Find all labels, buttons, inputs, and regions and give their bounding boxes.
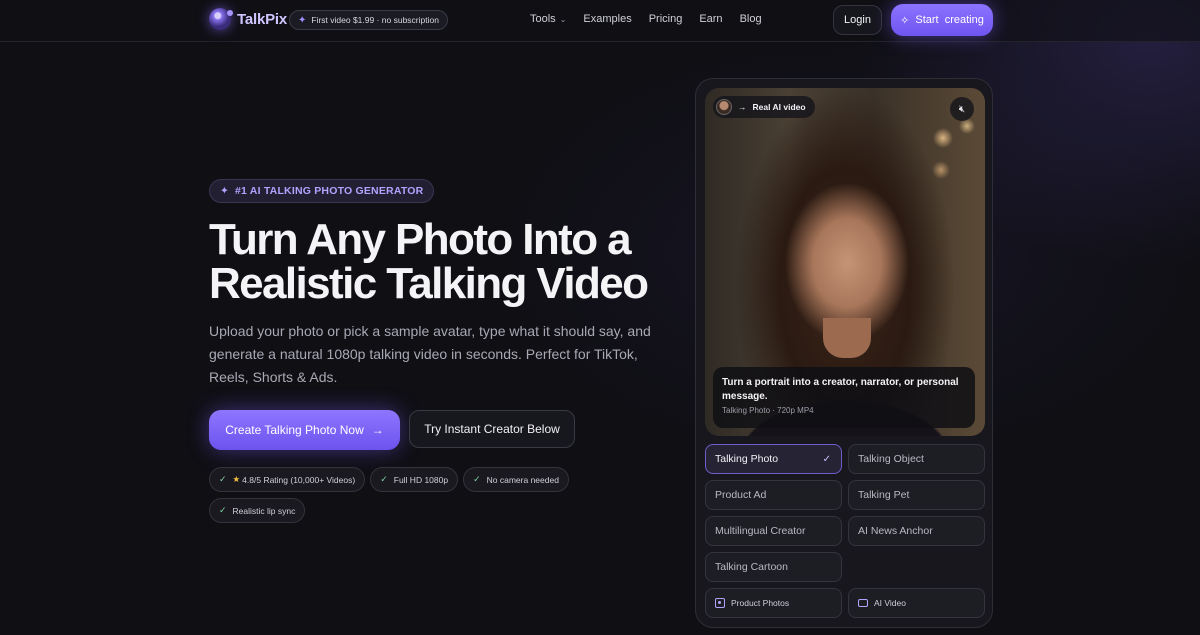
video-type-options: Talking Photo ✓ Talking Object Product A… <box>705 444 985 618</box>
try-instant-creator-button[interactable]: Try Instant Creator Below <box>409 410 575 448</box>
option-talking-object[interactable]: Talking Object <box>848 444 985 474</box>
arrow-right-icon: → <box>371 423 384 437</box>
feature-badge-hd: ✓ Full HD 1080p <box>370 467 459 492</box>
sparkle-icon: ✦ <box>220 185 229 197</box>
check-icon: ✓ <box>822 453 831 465</box>
product-photos-link[interactable]: Product Photos <box>705 588 842 618</box>
option-label: Talking Photo <box>715 453 779 465</box>
title-line-1: Turn Any Photo Into a <box>209 215 632 264</box>
start-creating-label: Start creating <box>915 14 984 26</box>
logo-icon <box>209 8 233 30</box>
grid-spacer <box>848 552 985 582</box>
promo-badge: ✦ First video $1.99 · no subscription <box>289 10 448 30</box>
caption-meta: Talking Photo · 720p MP4 <box>722 406 814 415</box>
star-icon: ★ <box>232 474 241 484</box>
start-creating-button[interactable]: ✧ Start creating <box>891 4 993 36</box>
option-talking-cartoon[interactable]: Talking Cartoon <box>705 552 842 582</box>
link-label: AI Video <box>874 598 906 608</box>
menu-item-blog[interactable]: Blog <box>740 13 762 25</box>
option-ai-news-anchor[interactable]: AI News Anchor <box>848 516 985 546</box>
real-ai-video-pill: → Real AI video <box>713 96 815 118</box>
menu-item-examples[interactable]: Examples <box>583 13 631 25</box>
option-product-ad[interactable]: Product Ad <box>705 480 842 510</box>
feature-badge-rating: ✓ ★ 4.8/5 Rating (10,000+ Videos) <box>209 467 366 492</box>
top-navbar: TalkPix ✦ First video $1.99 · no subscri… <box>0 0 1200 42</box>
menu-item-earn[interactable]: Earn <box>699 13 722 25</box>
promo-text: First video $1.99 · no subscription <box>311 15 439 25</box>
main-menu: Tools ⌄ Examples Pricing Earn Blog <box>530 13 762 25</box>
sparkle-icon: ✧ <box>900 14 910 27</box>
feature-badge-no-camera: ✓ No camera needed <box>463 467 569 492</box>
preview-card: → Real AI video 🔇︎ Turn a portrait into … <box>695 78 993 628</box>
caption-title: Turn a portrait into a creator, narrator… <box>722 377 959 402</box>
page-title: Turn Any Photo Into a Realistic Talking … <box>209 218 689 306</box>
sample-video-player[interactable]: → Real AI video 🔇︎ Turn a portrait into … <box>705 88 985 436</box>
option-talking-pet[interactable]: Talking Pet <box>848 480 985 510</box>
mute-icon[interactable]: 🔇︎ <box>950 97 974 121</box>
feature-badge-lip-sync: ✓ Realistic lip sync <box>209 498 306 523</box>
link-label: Product Photos <box>731 598 790 608</box>
menu-item-label: Tools <box>530 13 556 25</box>
sparkle-icon: ✦ <box>298 14 307 26</box>
badge-label: 4.8/5 Rating (10,000+ Videos) <box>242 474 356 485</box>
option-multilingual-creator[interactable]: Multilingual Creator <box>705 516 842 546</box>
hero-subtitle: Upload your photo or pick a sample avata… <box>209 323 651 385</box>
title-line-2: Realistic Talking Video <box>209 259 649 308</box>
video-pill-label: Real AI video <box>752 102 806 112</box>
image-icon <box>715 598 725 608</box>
option-talking-photo[interactable]: Talking Photo ✓ <box>705 444 842 474</box>
badge-label: Full HD 1080p <box>393 474 449 485</box>
check-icon: ✓ <box>219 474 227 484</box>
ai-video-link[interactable]: AI Video <box>848 588 985 618</box>
video-caption: Turn a portrait into a creator, narrator… <box>713 367 975 428</box>
brand-logo[interactable]: TalkPix <box>209 8 287 30</box>
login-button[interactable]: Login <box>833 5 882 35</box>
video-icon <box>858 599 868 607</box>
avatar <box>716 99 732 115</box>
menu-item-tools[interactable]: Tools ⌄ <box>530 13 566 25</box>
brand-name: TalkPix <box>237 10 288 28</box>
badge-label: Realistic lip sync <box>232 505 296 516</box>
check-icon: ✓ <box>219 505 227 515</box>
menu-item-pricing[interactable]: Pricing <box>649 13 683 25</box>
check-icon: ✓ <box>473 474 481 484</box>
check-icon: ✓ <box>380 474 388 484</box>
eyebrow-text: #1 AI TALKING PHOTO GENERATOR <box>235 185 424 197</box>
create-talking-photo-button[interactable]: Create Talking Photo Now → <box>209 410 400 450</box>
cta-primary-label: Create Talking Photo Now <box>225 423 364 437</box>
chevron-down-icon: ⌄ <box>559 14 567 24</box>
arrow-right-icon: → <box>738 102 747 112</box>
hero-eyebrow-badge: ✦ #1 AI TALKING PHOTO GENERATOR <box>209 179 435 203</box>
feature-badges: ✓ ★ 4.8/5 Rating (10,000+ Videos) ✓ Full… <box>209 467 589 523</box>
badge-label: No camera needed <box>486 474 559 485</box>
